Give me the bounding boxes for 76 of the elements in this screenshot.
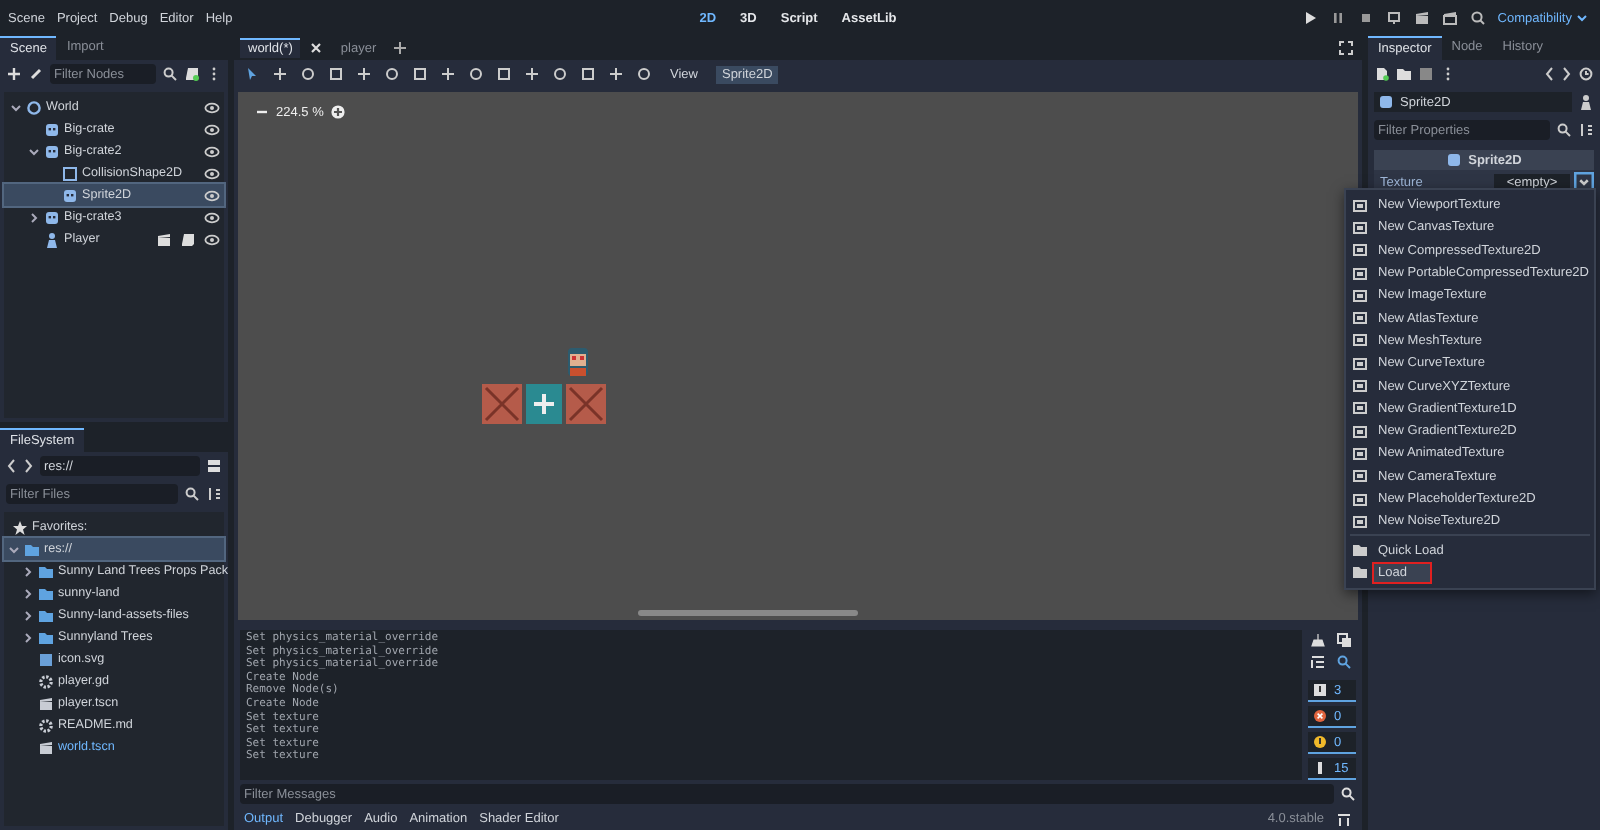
play-icon[interactable] bbox=[1301, 10, 1318, 26]
info-icon bbox=[1312, 682, 1328, 698]
texture-icon bbox=[1352, 378, 1368, 395]
sprite-icon bbox=[1378, 94, 1394, 110]
eye-icon[interactable] bbox=[204, 231, 220, 247]
eye-icon[interactable] bbox=[204, 143, 220, 159]
folder-icon[interactable] bbox=[1396, 66, 1412, 82]
texture-icon bbox=[1352, 332, 1368, 349]
search-icon[interactable] bbox=[1556, 122, 1572, 138]
fullscreen-icon[interactable] bbox=[1338, 40, 1354, 56]
texture-icon bbox=[1352, 310, 1368, 327]
person-icon bbox=[44, 231, 60, 247]
monitor-icon[interactable] bbox=[1385, 10, 1402, 26]
error-icon bbox=[1312, 708, 1328, 724]
new-file-icon[interactable] bbox=[1374, 66, 1390, 82]
clapper-icon[interactable] bbox=[1441, 10, 1458, 26]
copy-icon[interactable] bbox=[1335, 632, 1351, 648]
history-arrows-icon[interactable] bbox=[1544, 66, 1572, 82]
sprite-icon bbox=[44, 143, 60, 159]
clapper-icon bbox=[38, 739, 54, 755]
sprite-icon bbox=[62, 187, 78, 203]
person-icon[interactable] bbox=[1578, 94, 1594, 110]
split-icon[interactable] bbox=[206, 458, 222, 474]
gear-icon bbox=[38, 717, 54, 733]
pause-icon[interactable] bbox=[1329, 10, 1346, 26]
texture-icon bbox=[1352, 265, 1368, 282]
eye-icon[interactable] bbox=[204, 187, 220, 203]
star-icon bbox=[12, 519, 28, 535]
collapse-icon[interactable] bbox=[1310, 654, 1326, 670]
sprite-icon bbox=[44, 209, 60, 225]
bar-icon bbox=[1312, 760, 1328, 776]
panel-toggle-icon[interactable] bbox=[1336, 811, 1352, 827]
texture-icon bbox=[1352, 468, 1368, 485]
search-icon[interactable] bbox=[162, 66, 178, 82]
sort-icon[interactable] bbox=[1578, 122, 1594, 138]
texture-icon bbox=[1352, 287, 1368, 304]
plus-icon[interactable] bbox=[392, 40, 409, 56]
game-sprites-drawing bbox=[482, 348, 610, 428]
texture-icon bbox=[1352, 513, 1368, 530]
script-icon[interactable] bbox=[184, 66, 200, 82]
select-icon[interactable] bbox=[244, 66, 260, 82]
search-icon[interactable] bbox=[1340, 786, 1356, 802]
warning-icon bbox=[1312, 734, 1328, 750]
eye-icon[interactable] bbox=[204, 165, 220, 181]
caret-icon bbox=[1575, 12, 1588, 24]
eye-icon[interactable] bbox=[204, 209, 220, 225]
close-icon[interactable] bbox=[308, 40, 325, 56]
gear-icon bbox=[38, 673, 54, 689]
clapper-icon bbox=[38, 695, 54, 711]
history-arrows-icon[interactable] bbox=[6, 458, 34, 474]
history-icon[interactable] bbox=[1578, 66, 1594, 82]
broom-icon[interactable] bbox=[1310, 632, 1326, 648]
search-icon[interactable] bbox=[184, 486, 200, 502]
texture-icon bbox=[1352, 197, 1368, 214]
texture-icon bbox=[1352, 242, 1368, 259]
square-icon bbox=[62, 165, 78, 181]
clapper-icon[interactable] bbox=[156, 231, 172, 247]
texture-icon bbox=[1352, 423, 1368, 440]
scroll-icon[interactable] bbox=[180, 231, 196, 247]
clapper-icon[interactable] bbox=[1413, 10, 1430, 26]
scrollbar[interactable] bbox=[638, 610, 858, 616]
search-icon[interactable] bbox=[1335, 654, 1351, 670]
sort-icon[interactable] bbox=[206, 486, 222, 502]
sprite-icon bbox=[1446, 152, 1463, 168]
magnifier-icon[interactable] bbox=[1469, 10, 1486, 26]
eye-icon[interactable] bbox=[204, 99, 220, 115]
texture-icon bbox=[1352, 219, 1368, 236]
image-file-icon bbox=[38, 651, 54, 667]
texture-icon bbox=[1352, 355, 1368, 372]
ring-icon bbox=[26, 99, 42, 115]
texture-icon bbox=[1352, 400, 1368, 417]
sprite-icon bbox=[44, 121, 60, 137]
eye-icon[interactable] bbox=[204, 121, 220, 137]
plus-icon[interactable] bbox=[329, 104, 346, 120]
texture-icon bbox=[1352, 491, 1368, 507]
texture-icon bbox=[1352, 445, 1368, 462]
